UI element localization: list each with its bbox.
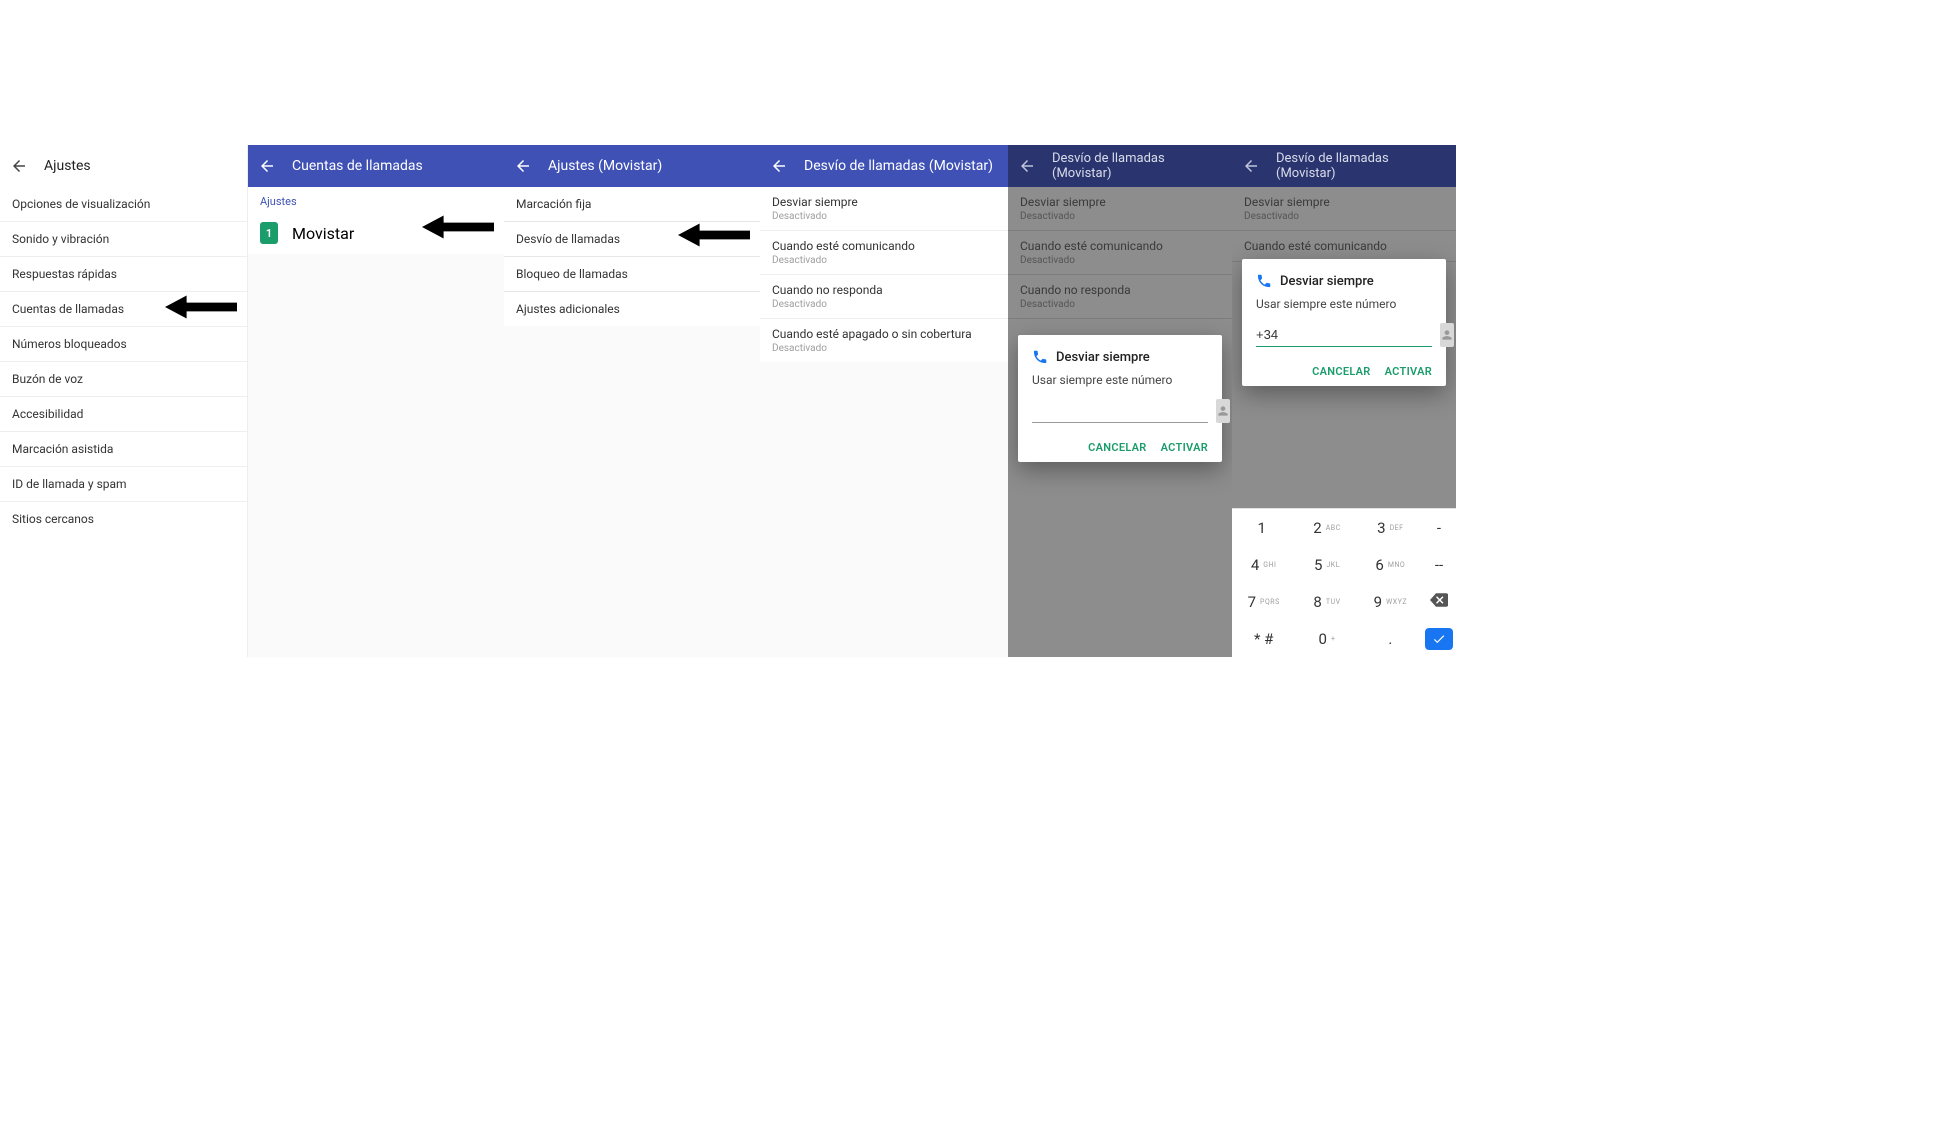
panel-dialog-empty: Desvío de llamadas (Movistar) Desviar si… [1008, 145, 1232, 657]
keypad-key-backspace[interactable] [1422, 583, 1456, 620]
pointer-arrow-icon [165, 294, 237, 320]
settings-item[interactable]: Marcación asistida [0, 432, 247, 467]
pointer-arrow-icon [422, 214, 494, 240]
activate-button[interactable]: ACTIVAR [1385, 365, 1432, 378]
header: Ajustes (Movistar) [504, 145, 760, 187]
settings-item[interactable]: Respuestas rápidas [0, 257, 247, 292]
pointer-arrow-icon [678, 222, 750, 248]
keypad-key-star-hash[interactable]: * # [1232, 620, 1295, 657]
settings-item[interactable]: Bloqueo de llamadas [504, 257, 760, 292]
settings-item[interactable]: Accesibilidad [0, 397, 247, 432]
activate-button[interactable]: ACTIVAR [1161, 441, 1208, 454]
header: Desvío de llamadas (Movistar) [760, 145, 1008, 187]
phone-number-input[interactable] [1256, 323, 1432, 347]
keypad-key-period[interactable]: . [1359, 620, 1422, 657]
forward-dialog: Desviar siempre Usar siempre este número… [1018, 335, 1222, 462]
header-title: Ajustes [44, 158, 91, 174]
forward-option[interactable]: Cuando esté apagado o sin cobertura Desa… [760, 319, 1008, 362]
keypad-key-6[interactable]: 6MNO [1359, 546, 1422, 583]
keypad-key-5[interactable]: 5JKL [1295, 546, 1358, 583]
phone-icon [1032, 349, 1048, 365]
header-title: Cuentas de llamadas [292, 158, 423, 174]
header: Desvío de llamadas (Movistar) [1008, 145, 1232, 187]
pick-contact-button[interactable] [1216, 399, 1230, 423]
keypad-key-8[interactable]: 8TUV [1295, 583, 1358, 620]
settings-item[interactable]: Sitios cercanos [0, 502, 247, 536]
header-title: Ajustes (Movistar) [548, 158, 662, 174]
settings-item[interactable]: Números bloqueados [0, 327, 247, 362]
keypad-key-7[interactable]: 7PQRS [1232, 583, 1295, 620]
header-title: Desvío de llamadas (Movistar) [804, 158, 993, 174]
panel-ajustes: Ajustes Opciones de visualización Sonido… [0, 145, 248, 657]
dimmed-background: Desviar siempre Desactivado Cuando esté … [1232, 187, 1456, 657]
settings-item[interactable]: Marcación fija [504, 187, 760, 222]
back-arrow-icon[interactable] [10, 157, 28, 175]
sim-name: Movistar [292, 224, 354, 243]
keypad-key-3[interactable]: 3DEF [1359, 509, 1422, 546]
keypad-key-dash[interactable]: - [1422, 509, 1456, 546]
header: Desvío de llamadas (Movistar) [1232, 145, 1456, 187]
panel-ajustes-movistar: Ajustes (Movistar) Marcación fija Desvío… [504, 145, 760, 657]
keypad-key-9[interactable]: 9WXYZ [1359, 583, 1422, 620]
back-arrow-icon[interactable] [1018, 157, 1036, 175]
settings-item[interactable]: Buzón de voz [0, 362, 247, 397]
cancel-button[interactable]: CANCELAR [1088, 441, 1147, 454]
panel-desvio: Desvío de llamadas (Movistar) Desviar si… [760, 145, 1008, 657]
numeric-keypad: 1 2ABC 3DEF - 4GHI 5JKL 6MNO -- 7PQRS 8T… [1232, 508, 1456, 657]
backspace-icon [1430, 593, 1448, 611]
back-arrow-icon[interactable] [514, 157, 532, 175]
forward-option-dimmed: Cuando no responda Desactivado [1008, 275, 1232, 319]
dialog-title: Desviar siempre [1056, 350, 1150, 365]
panel-dialog-with-keypad: Desvío de llamadas (Movistar) Desviar si… [1232, 145, 1456, 657]
keypad-key-done[interactable] [1422, 620, 1456, 657]
settings-item-call-accounts[interactable]: Cuentas de llamadas [0, 292, 247, 327]
forward-option[interactable]: Cuando no responda Desactivado [760, 275, 1008, 319]
forward-option-dimmed: Cuando esté comunicando Desactivado [1008, 231, 1232, 275]
check-icon [1425, 628, 1453, 650]
keypad-key-0[interactable]: 0+ [1295, 620, 1358, 657]
phone-icon [1256, 273, 1272, 289]
header: Ajustes [0, 145, 247, 187]
back-arrow-icon[interactable] [770, 157, 788, 175]
header: Cuentas de llamadas [248, 145, 504, 187]
header-title: Desvío de llamadas (Movistar) [1276, 151, 1446, 181]
forward-option-dimmed: Cuando esté comunicando [1232, 231, 1456, 262]
dialog-subtitle: Usar siempre este número [1032, 373, 1208, 387]
forward-option-dimmed: Desviar siempre Desactivado [1232, 187, 1456, 231]
forward-option[interactable]: Cuando esté comunicando Desactivado [760, 231, 1008, 275]
sim-card-icon: 1 [260, 222, 278, 244]
forward-option[interactable]: Desviar siempre Desactivado [760, 187, 1008, 231]
dialog-title: Desviar siempre [1280, 274, 1374, 289]
forward-option-dimmed: Desviar siempre Desactivado [1008, 187, 1232, 231]
keypad-key-2[interactable]: 2ABC [1295, 509, 1358, 546]
sim-account-row[interactable]: 1 Movistar [248, 212, 504, 254]
dialog-subtitle: Usar siempre este número [1256, 297, 1432, 311]
settings-item[interactable]: ID de llamada y spam [0, 467, 247, 502]
keypad-key-1[interactable]: 1 [1232, 509, 1295, 546]
keypad-key-4[interactable]: 4GHI [1232, 546, 1295, 583]
settings-item[interactable]: Ajustes adicionales [504, 292, 760, 326]
settings-item[interactable]: Sonido y vibración [0, 222, 247, 257]
section-label: Ajustes [248, 187, 504, 212]
header-title: Desvío de llamadas (Movistar) [1052, 151, 1222, 181]
keypad-key-dashdash[interactable]: -- [1422, 546, 1456, 583]
forward-dialog: Desviar siempre Usar siempre este número… [1242, 259, 1446, 386]
settings-item-call-forwarding[interactable]: Desvío de llamadas [504, 222, 760, 257]
pick-contact-button[interactable] [1440, 323, 1454, 347]
cancel-button[interactable]: CANCELAR [1312, 365, 1371, 378]
panel-cuentas: Cuentas de llamadas Ajustes 1 Movistar [248, 145, 504, 657]
dimmed-background: Desviar siempre Desactivado Cuando esté … [1008, 187, 1232, 657]
back-arrow-icon[interactable] [258, 157, 276, 175]
back-arrow-icon[interactable] [1242, 157, 1260, 175]
settings-item[interactable]: Opciones de visualización [0, 187, 247, 222]
phone-number-input[interactable] [1032, 399, 1208, 423]
